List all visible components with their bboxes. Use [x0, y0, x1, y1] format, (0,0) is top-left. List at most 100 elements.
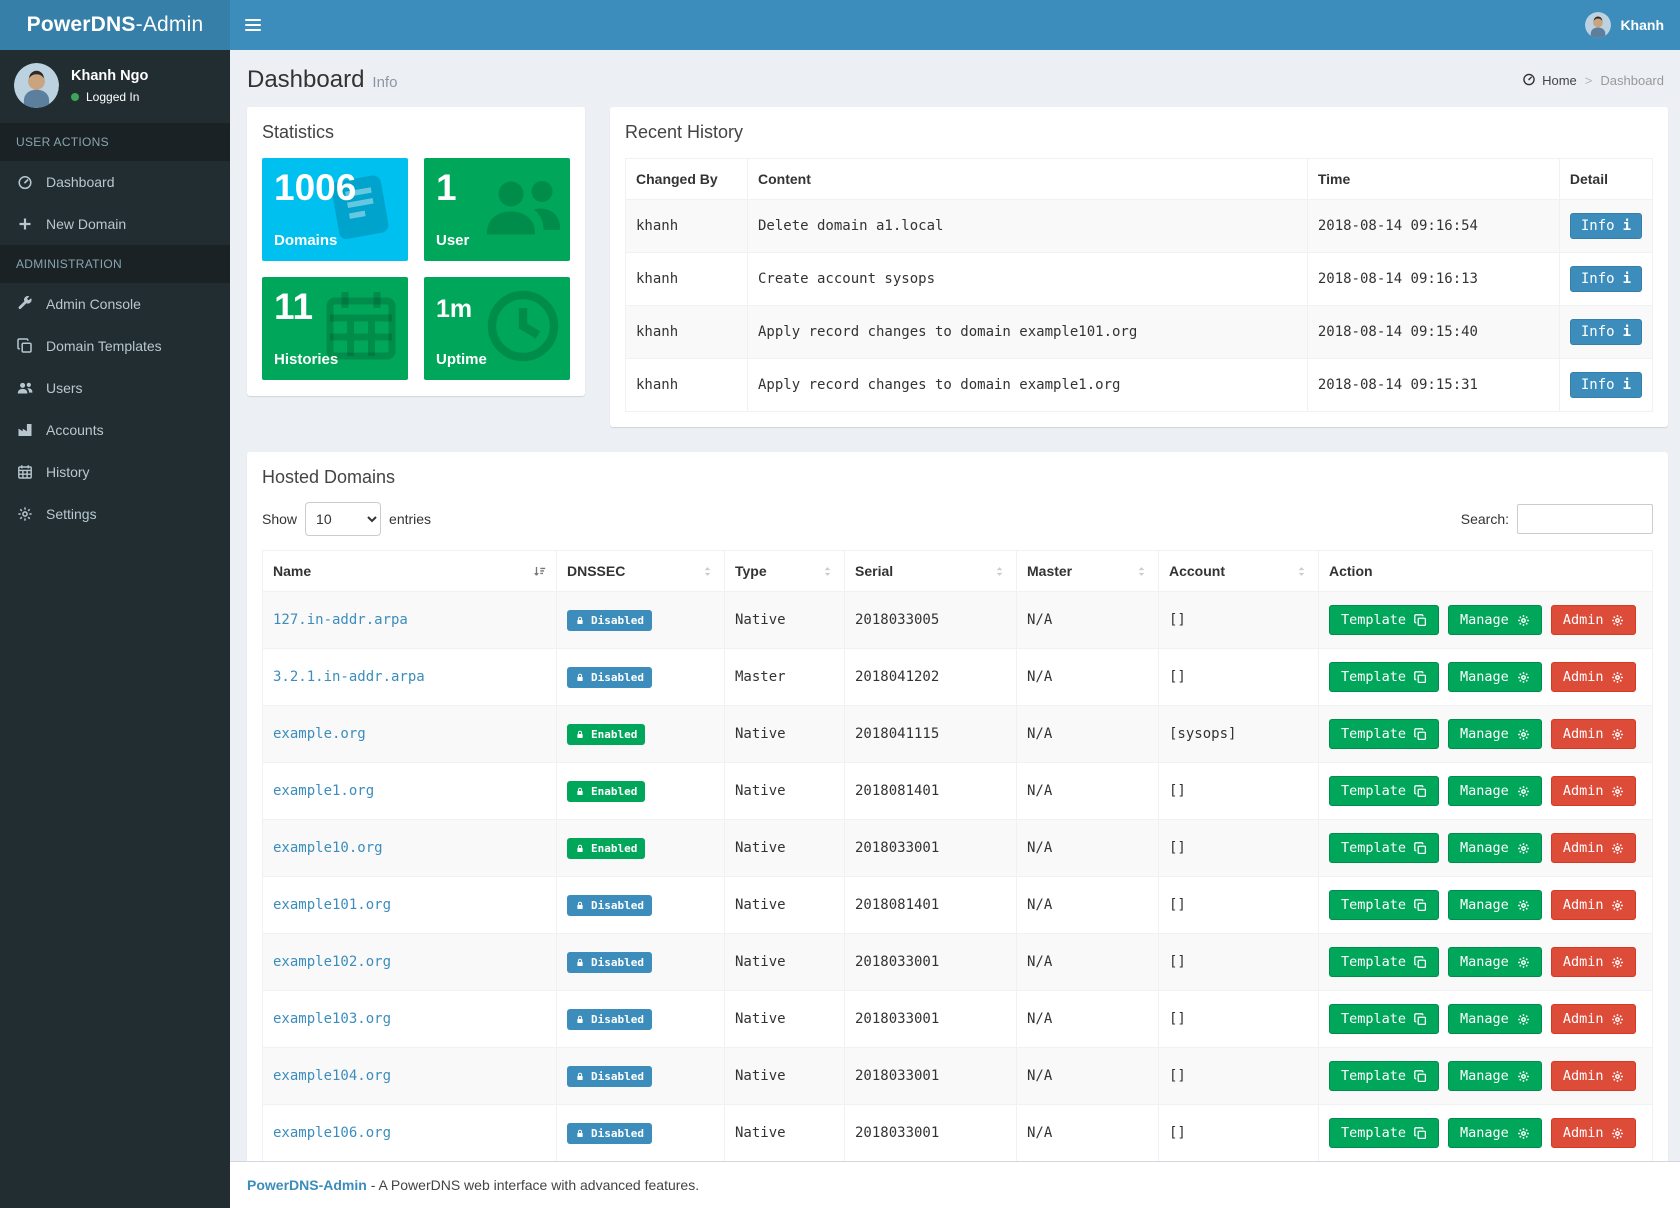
search-input[interactable] [1517, 504, 1653, 534]
avatar [14, 63, 59, 108]
info-icon: i [1623, 218, 1631, 234]
stat-tile-histories[interactable]: 11 Histories [262, 277, 408, 380]
dnssec-badge: Disabled [567, 1066, 652, 1087]
footer-brand-link[interactable]: PowerDNS-Admin [247, 1177, 367, 1193]
template-button[interactable]: Template [1329, 890, 1439, 920]
template-button[interactable]: Template [1329, 662, 1439, 692]
manage-button[interactable]: Manage [1448, 890, 1542, 920]
domain-link[interactable]: example1.org [273, 783, 374, 799]
domain-link[interactable]: example101.org [273, 897, 391, 913]
page-subtitle: Info [372, 74, 397, 91]
manage-button[interactable]: Manage [1448, 947, 1542, 977]
stat-tile-user[interactable]: 1 User [424, 158, 570, 261]
stat-tile-domains[interactable]: 1006 Domains [262, 158, 408, 261]
stat-label: Histories [274, 351, 338, 368]
dashboard-icon [16, 174, 33, 190]
sidebar-item-settings[interactable]: Settings [0, 493, 230, 535]
top-navbar: PowerDNS-Admin Khanh [0, 0, 1680, 50]
changed-by-cell: khanh [626, 306, 748, 359]
gear-icon [1517, 614, 1530, 627]
info-button[interactable]: Infoi [1570, 213, 1642, 239]
domain-link[interactable]: 127.in-addr.arpa [273, 612, 408, 628]
master-cell: N/A [1017, 592, 1159, 649]
domain-link[interactable]: example102.org [273, 954, 391, 970]
admin-button[interactable]: Admin [1551, 662, 1637, 692]
stat-value: 1006 [274, 169, 396, 208]
admin-button[interactable]: Admin [1551, 1004, 1637, 1034]
time-cell: 2018-08-14 09:15:40 [1307, 306, 1559, 359]
serial-cell: 2018033005 [845, 592, 1017, 649]
manage-button[interactable]: Manage [1448, 1061, 1542, 1091]
brand-logo[interactable]: PowerDNS-Admin [0, 0, 230, 50]
admin-button[interactable]: Admin [1551, 776, 1637, 806]
lock-icon [575, 843, 585, 854]
manage-button[interactable]: Manage [1448, 833, 1542, 863]
hosted-domains-table: Name DNSSEC Type Serial Master Account A… [262, 550, 1653, 1161]
sidebar-item-users[interactable]: Users [0, 367, 230, 409]
info-button[interactable]: Infoi [1570, 266, 1642, 292]
template-button[interactable]: Template [1329, 833, 1439, 863]
admin-button[interactable]: Admin [1551, 890, 1637, 920]
manage-button[interactable]: Manage [1448, 719, 1542, 749]
column-header-changed-by: Changed By [626, 159, 748, 200]
manage-button[interactable]: Manage [1448, 776, 1542, 806]
gear-icon [16, 506, 33, 522]
sidebar-item-accounts[interactable]: Accounts [0, 409, 230, 451]
manage-button[interactable]: Manage [1448, 1118, 1542, 1148]
manage-button[interactable]: Manage [1448, 1004, 1542, 1034]
info-button[interactable]: Infoi [1570, 372, 1642, 398]
admin-button[interactable]: Admin [1551, 1118, 1637, 1148]
column-header-content: Content [748, 159, 1308, 200]
template-button[interactable]: Template [1329, 776, 1439, 806]
column-header-dnssec[interactable]: DNSSEC [557, 551, 725, 592]
sidebar-user-panel: Khanh Ngo Logged In [0, 50, 230, 123]
time-cell: 2018-08-14 09:16:13 [1307, 253, 1559, 306]
column-header-master[interactable]: Master [1017, 551, 1159, 592]
hosted-domains-panel: Hosted Domains Show 10 entries [247, 452, 1668, 1161]
template-button[interactable]: Template [1329, 1061, 1439, 1091]
template-button[interactable]: Template [1329, 605, 1439, 635]
lock-icon [575, 957, 585, 968]
sidebar-section-user-actions: USER ACTIONS [0, 123, 230, 161]
domain-link[interactable]: example10.org [273, 840, 383, 856]
stat-tile-uptime[interactable]: 1m Uptime [424, 277, 570, 380]
template-button[interactable]: Template [1329, 719, 1439, 749]
template-button[interactable]: Template [1329, 1004, 1439, 1034]
column-header-account[interactable]: Account [1159, 551, 1319, 592]
time-cell: 2018-08-14 09:15:31 [1307, 359, 1559, 412]
user-menu[interactable]: Khanh [1569, 0, 1680, 50]
column-header-name[interactable]: Name [263, 551, 557, 592]
dnssec-badge: Enabled [567, 838, 645, 859]
sidebar-item-dashboard[interactable]: Dashboard [0, 161, 230, 203]
template-button[interactable]: Template [1329, 1118, 1439, 1148]
domain-link[interactable]: 3.2.1.in-addr.arpa [273, 669, 425, 685]
column-header-type[interactable]: Type [725, 551, 845, 592]
sidebar-item-new-domain[interactable]: New Domain [0, 203, 230, 245]
manage-button[interactable]: Manage [1448, 605, 1542, 635]
sidebar-item-admin-console[interactable]: Admin Console [0, 283, 230, 325]
admin-button[interactable]: Admin [1551, 833, 1637, 863]
sidebar-toggle-button[interactable] [230, 0, 276, 50]
admin-button[interactable]: Admin [1551, 719, 1637, 749]
clone-icon [16, 338, 33, 354]
dnssec-badge: Disabled [567, 952, 652, 973]
domain-link[interactable]: example103.org [273, 1011, 391, 1027]
domain-link[interactable]: example.org [273, 726, 366, 742]
domain-link[interactable]: example104.org [273, 1068, 391, 1084]
info-button[interactable]: Infoi [1570, 319, 1642, 345]
manage-button[interactable]: Manage [1448, 662, 1542, 692]
account-cell: [] [1159, 991, 1319, 1048]
sidebar-item-history[interactable]: History [0, 451, 230, 493]
admin-button[interactable]: Admin [1551, 1061, 1637, 1091]
changed-by-cell: khanh [626, 253, 748, 306]
sidebar-item-domain-templates[interactable]: Domain Templates [0, 325, 230, 367]
domain-link[interactable]: example106.org [273, 1125, 391, 1141]
column-header-serial[interactable]: Serial [845, 551, 1017, 592]
page-size-select[interactable]: 10 [305, 502, 381, 536]
admin-button[interactable]: Admin [1551, 947, 1637, 977]
table-row: example102.org Disabled Native 201803300… [263, 934, 1653, 991]
admin-button[interactable]: Admin [1551, 605, 1637, 635]
breadcrumb-home-link[interactable]: Home [1522, 72, 1577, 89]
template-button[interactable]: Template [1329, 947, 1439, 977]
brand-rest: -Admin [136, 13, 204, 37]
